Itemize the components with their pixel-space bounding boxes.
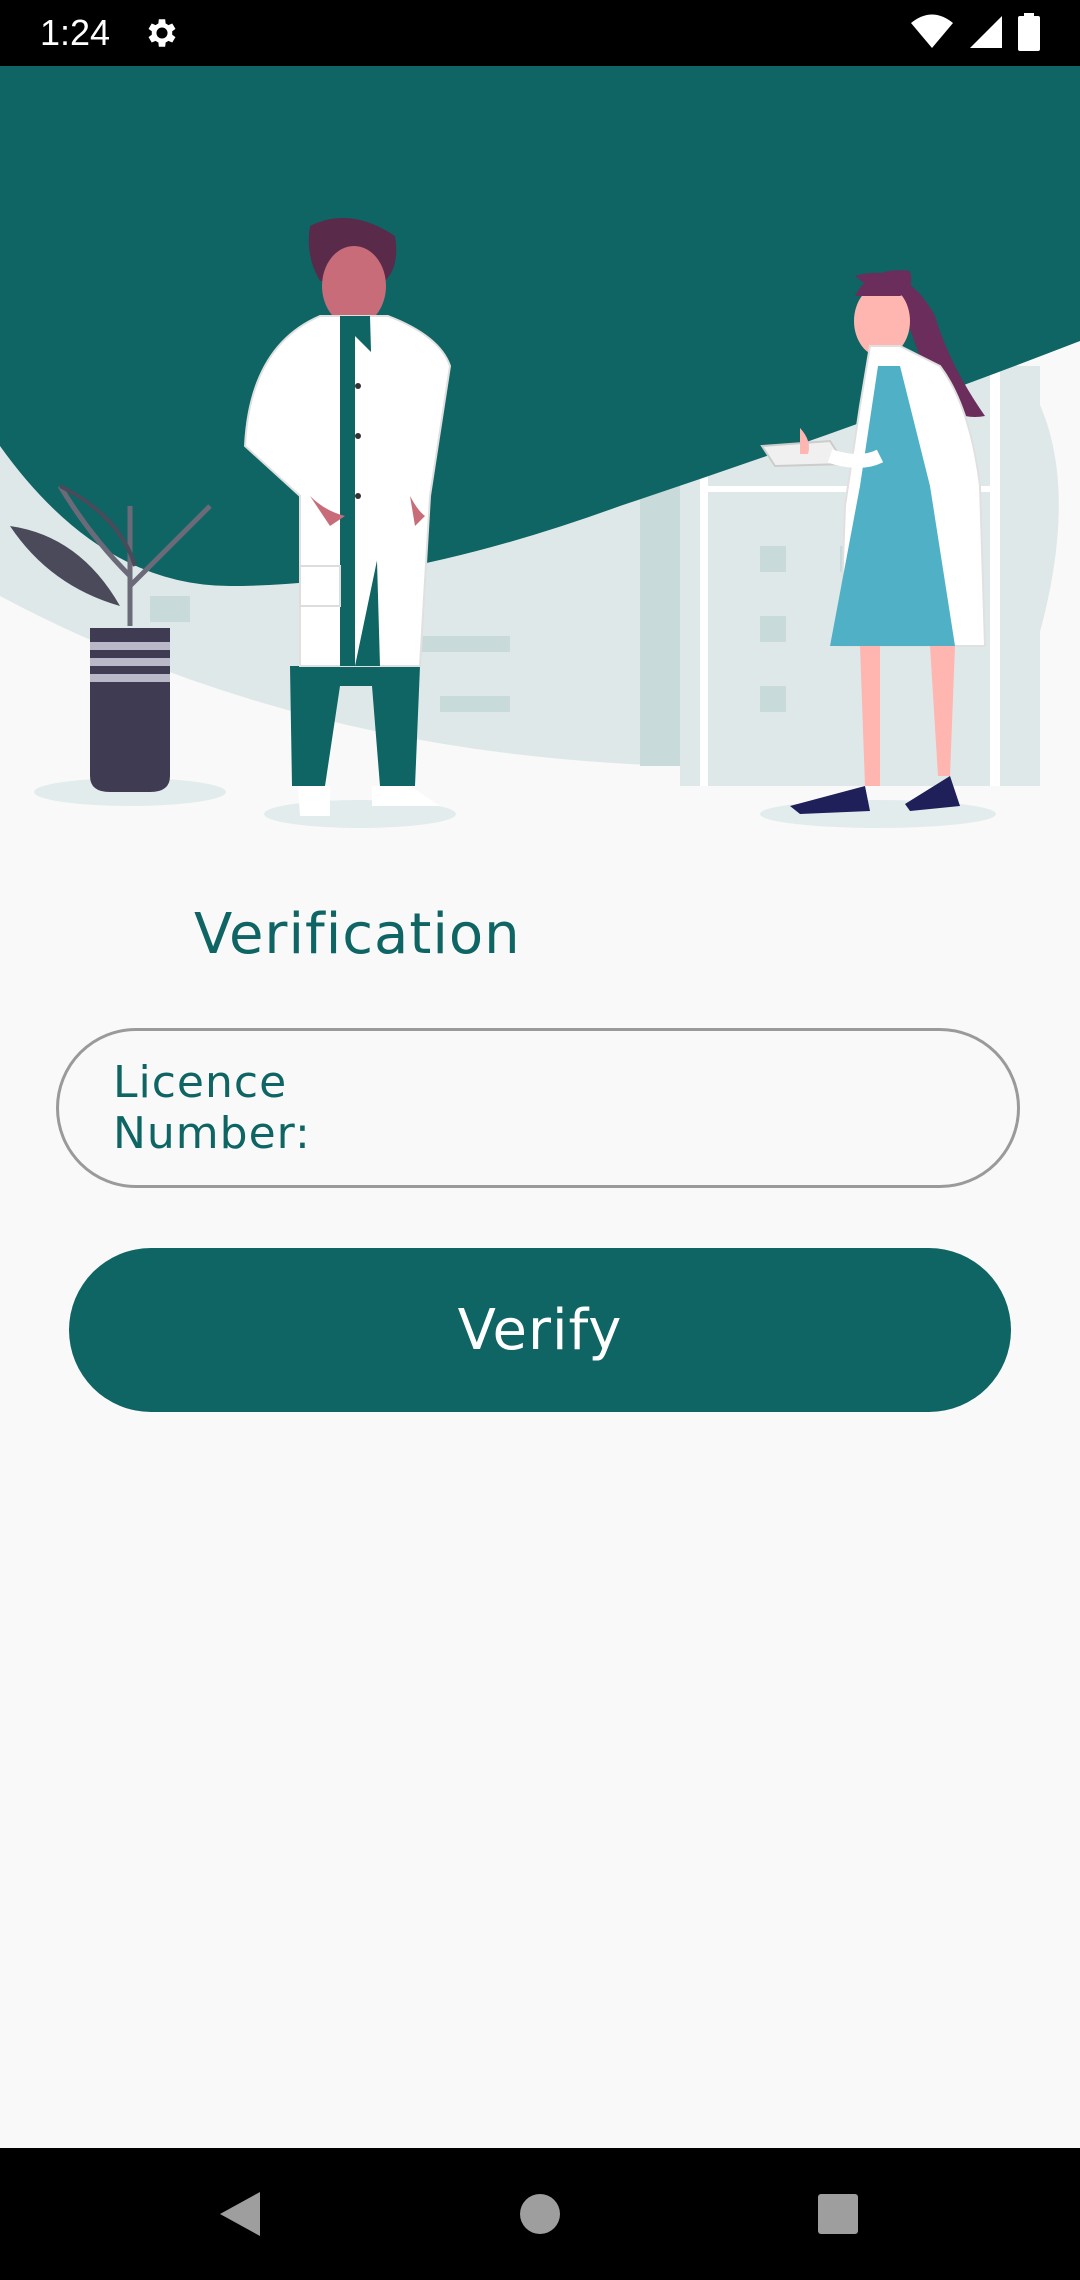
status-time: 1:24 <box>40 12 111 53</box>
navigation-bar <box>0 2148 1080 2280</box>
hero-illustration <box>0 66 1080 828</box>
licence-number-input[interactable] <box>465 1057 1017 1159</box>
signal-icon <box>970 16 1002 48</box>
licence-number-field[interactable]: Licence Number: <box>56 1028 1020 1188</box>
settings-icon <box>148 19 176 47</box>
back-icon[interactable] <box>212 2184 272 2244</box>
home-icon[interactable] <box>510 2184 570 2244</box>
status-icons <box>910 13 1040 51</box>
wifi-icon <box>911 14 953 48</box>
battery-icon <box>1018 13 1040 51</box>
licence-number-label: Licence Number: <box>113 1057 311 1159</box>
page-title: Verification <box>194 902 521 967</box>
status-bar: 1:24 <box>0 0 1080 66</box>
recents-icon[interactable] <box>808 2184 868 2244</box>
verify-button[interactable]: Verify <box>69 1248 1011 1412</box>
